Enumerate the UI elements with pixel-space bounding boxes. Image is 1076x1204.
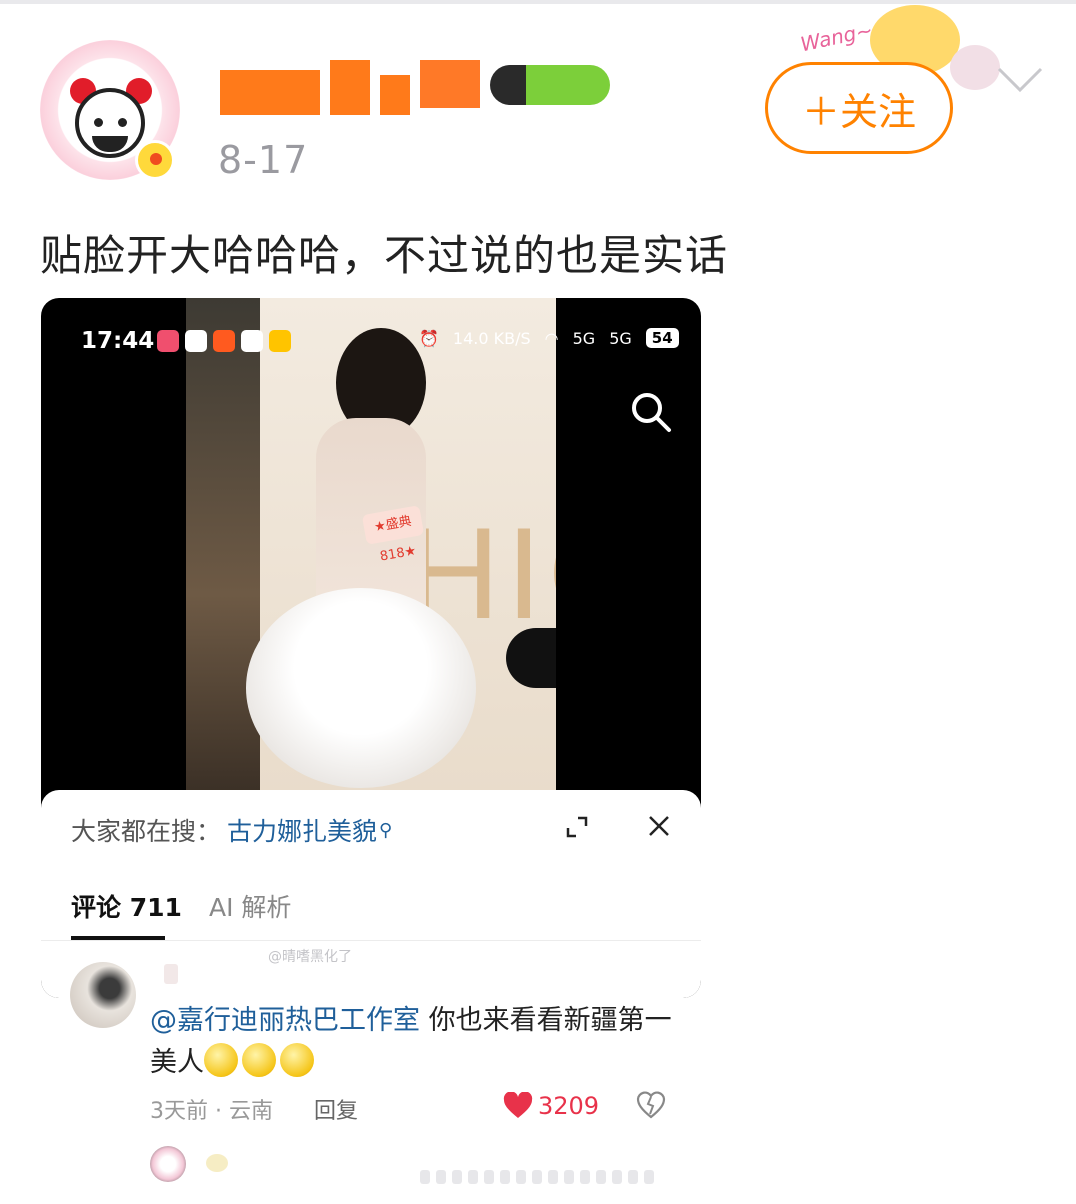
app-icon [157, 330, 179, 352]
trending-term[interactable]: 古力娜扎美貌 [227, 812, 377, 848]
expand-icon[interactable] [566, 816, 588, 838]
event-photo: HIO ★盛典 818★ [186, 298, 556, 793]
thinking-emoji-icon [242, 1043, 276, 1077]
trending-label: 大家都在搜： [71, 817, 222, 846]
author-name-redacted[interactable] [220, 60, 620, 120]
status-right: ⏰ 14.0 KB/S ◠ 5G 5G 54 [419, 328, 679, 348]
tab-ai-analysis[interactable]: AI 解析 [209, 888, 291, 924]
avatar-eye-right [118, 118, 127, 127]
close-icon[interactable] [647, 814, 671, 838]
app-icon [213, 330, 235, 352]
wifi-icon: ◠ [544, 328, 559, 348]
post-text: 贴脸开大哈哈哈，不过说的也是实话 [40, 231, 729, 280]
next-commenter-avatar[interactable] [150, 1146, 186, 1182]
search-small-icon: ⚲ [379, 819, 393, 841]
search-icon[interactable] [629, 390, 673, 434]
name-decoration-badge [490, 65, 610, 105]
image-strip-placeholder [420, 1170, 660, 1190]
reply-button[interactable]: 回复 [314, 1093, 358, 1125]
redaction-block [330, 60, 370, 115]
post-image[interactable]: HIO ★盛典 818★ 17:44 ⏰ 14.0 KB/S ◠ 5G 5G 5… [41, 298, 701, 998]
panel-divider [41, 940, 701, 941]
status-app-icons [157, 330, 291, 352]
dislike-icon[interactable] [636, 1090, 666, 1120]
commenter-name-redacted [164, 964, 178, 984]
signal-5g-2: 5G [609, 328, 632, 348]
post-date: 8-17 [218, 138, 309, 182]
thinking-emoji-icon [204, 1043, 238, 1077]
like-count: 3209 [538, 1092, 600, 1120]
comment-mention[interactable]: @嘉行迪丽热巴工作室 [150, 1005, 420, 1036]
comment-panel: 大家都在搜： 古力娜扎美貌 ⚲ 评论 711 AI 解析 [41, 790, 701, 998]
top-divider [0, 0, 1076, 4]
network-speed: 14.0 KB/S [452, 328, 531, 348]
comment-text: @嘉行迪丽热巴工作室 你也来看看新疆第一美人 [150, 1000, 690, 1084]
avatar-eye-left [94, 118, 103, 127]
thinking-emoji-icon [280, 1043, 314, 1077]
app-icon [241, 330, 263, 352]
sticker-text: Wang~ [798, 17, 875, 57]
signal-5g-1: 5G [572, 328, 596, 348]
photo-feather-skirt [246, 588, 476, 788]
trending-search[interactable]: 大家都在搜： 古力娜扎美貌 ⚲ [71, 812, 392, 848]
watermark: @晴嗜黑化了 [268, 949, 352, 965]
heart-icon[interactable] [503, 1092, 533, 1120]
app-icon [185, 330, 207, 352]
follow-button[interactable]: ＋关注 [765, 62, 953, 154]
alarm-icon: ⏰ [419, 328, 439, 348]
comment-meta: 3天前 · 云南 [150, 1099, 273, 1124]
battery-level: 54 [645, 328, 679, 348]
verified-badge-icon [135, 140, 175, 180]
sticker-character-small [950, 45, 1000, 90]
redaction-block [380, 75, 410, 115]
redaction-block [220, 70, 320, 115]
next-commenter-name-redacted [206, 1154, 228, 1172]
redaction-block [420, 60, 480, 108]
app-icon [269, 330, 291, 352]
commenter-avatar[interactable] [70, 962, 136, 1028]
status-time: 17:44 [81, 328, 155, 354]
tab-comments[interactable]: 评论 711 [71, 888, 182, 924]
chevron-down-icon[interactable] [996, 66, 1044, 94]
